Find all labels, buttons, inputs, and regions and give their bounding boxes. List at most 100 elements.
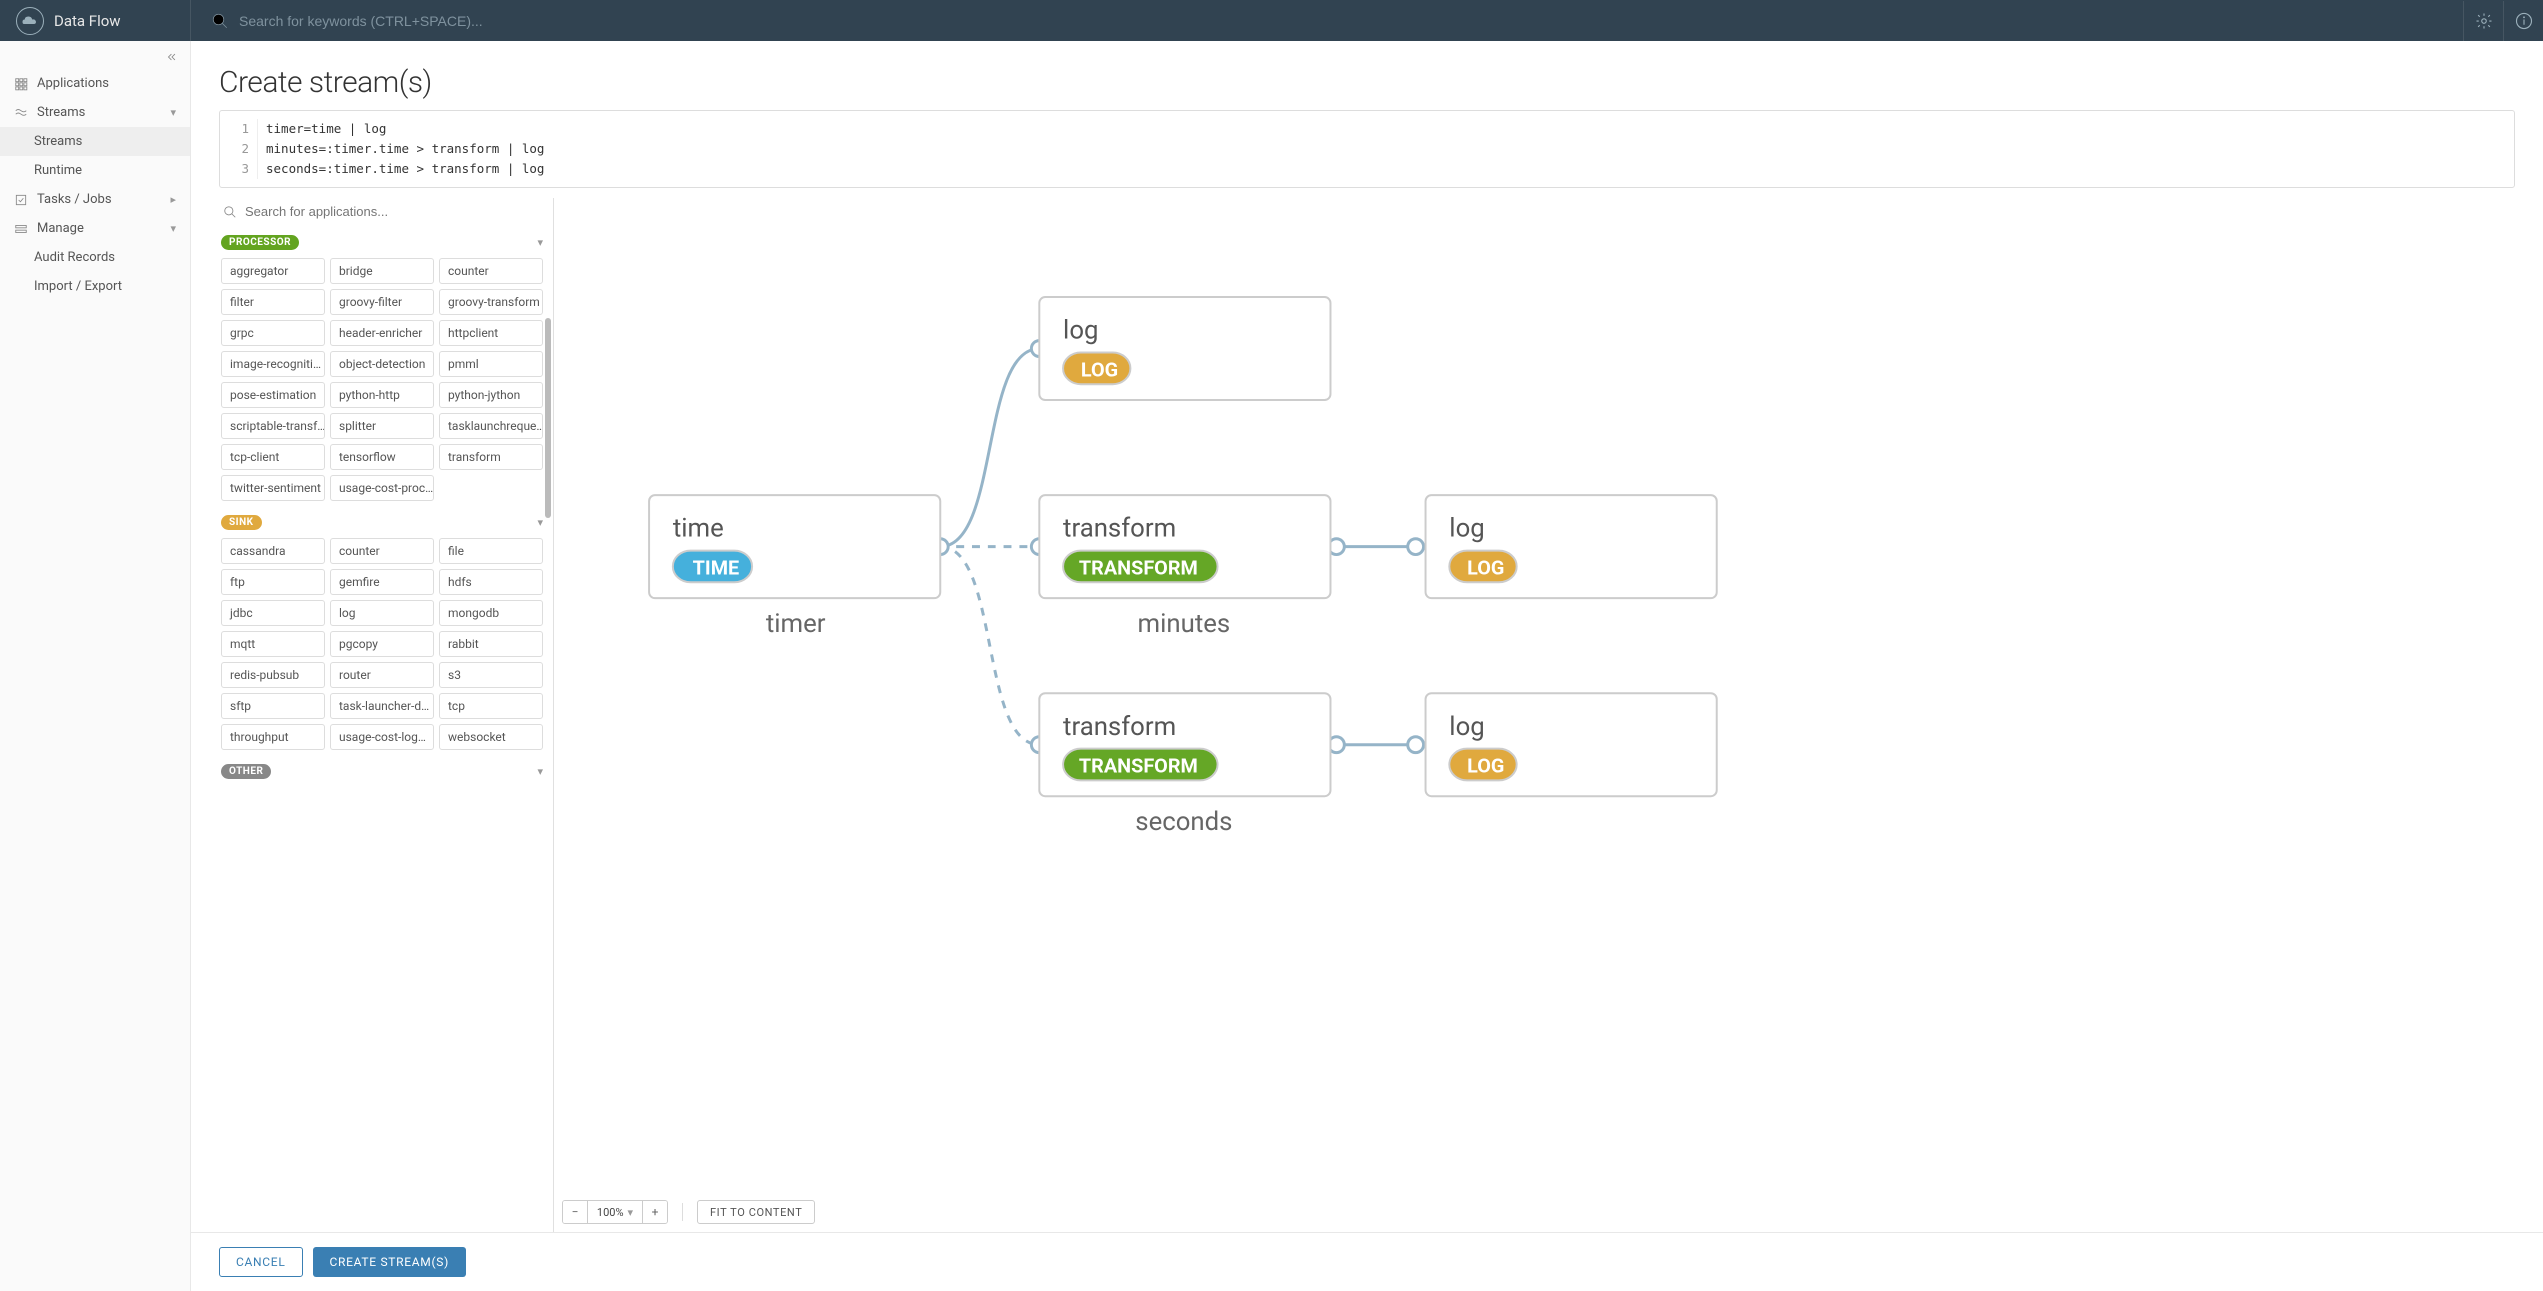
app-chip[interactable]: header-enricher [330, 320, 434, 346]
nav-label: Manage [37, 221, 84, 236]
global-search-input[interactable] [239, 13, 2443, 29]
palette-section-sink[interactable]: SINK▾ [219, 511, 545, 534]
app-chip[interactable]: s3 [439, 662, 543, 688]
group-label-timer: timer [766, 609, 826, 639]
app-chip[interactable]: usage-cost-log… [330, 724, 434, 750]
app-chip[interactable]: hdfs [439, 569, 543, 595]
app-chip[interactable]: groovy-transform [439, 289, 543, 315]
stream-dsl-editor[interactable]: 123 timer=time | log minutes=:timer.time… [219, 110, 2515, 188]
app-chip[interactable]: pmml [439, 351, 543, 377]
fit-to-content-button[interactable]: FIT TO CONTENT [697, 1200, 815, 1224]
node-transform-seconds[interactable]: transformTRANSFORM [1039, 693, 1330, 796]
nav-label: Streams [37, 105, 85, 120]
svg-text:LOG: LOG [1081, 358, 1118, 381]
svg-text:transform: transform [1063, 514, 1176, 544]
node-transform-minutes[interactable]: transform TRANSFORM [1039, 495, 1330, 598]
node-log-minutes[interactable]: logLOG [1426, 495, 1717, 598]
sidebar-item-streams[interactable]: Streams [0, 127, 190, 156]
brand[interactable]: Data Flow [0, 0, 191, 41]
app-chip[interactable]: grpc [221, 320, 325, 346]
app-chip[interactable]: counter [439, 258, 543, 284]
chevron-down-icon: ▾ [628, 1206, 634, 1219]
sidebar-item-import-export[interactable]: Import / Export [0, 272, 190, 301]
app-chip[interactable]: counter [330, 538, 434, 564]
cancel-button[interactable]: CANCEL [219, 1247, 303, 1277]
app-chip[interactable]: ftp [221, 569, 325, 595]
app-chip[interactable]: bridge [330, 258, 434, 284]
svg-text:time: time [673, 514, 724, 544]
app-chip[interactable]: object-detection [330, 351, 434, 377]
app-chip[interactable]: file [439, 538, 543, 564]
app-chip[interactable]: tensorflow [330, 444, 434, 470]
scrollbar[interactable] [545, 318, 551, 518]
app-chip[interactable]: httpclient [439, 320, 543, 346]
app-chip[interactable]: task-launcher-d… [330, 693, 434, 719]
flow-canvas[interactable]: time TIME timer log LOG transform TRANSFORM… [554, 198, 2515, 1232]
app-chip[interactable]: splitter [330, 413, 434, 439]
app-chip[interactable]: twitter-sentiment [221, 475, 325, 501]
node-time[interactable]: time TIME [649, 495, 940, 598]
app-chip[interactable]: pose-estimation [221, 382, 325, 408]
zoom-level[interactable]: 100%▾ [587, 1201, 643, 1223]
app-chip[interactable]: python-jython [439, 382, 543, 408]
app-chip[interactable]: mqtt [221, 631, 325, 657]
chevron-double-left-icon [165, 50, 179, 64]
app-chip[interactable]: websocket [439, 724, 543, 750]
palette-search[interactable] [219, 198, 545, 225]
app-chip[interactable]: log [330, 600, 434, 626]
app-chip[interactable]: jdbc [221, 600, 325, 626]
group-label-minutes: minutes [1138, 609, 1231, 639]
app-chip[interactable]: filter [221, 289, 325, 315]
app-chip[interactable]: redis-pubsub [221, 662, 325, 688]
global-search[interactable] [191, 12, 2463, 30]
app-chip[interactable]: pgcopy [330, 631, 434, 657]
zoom-in-button[interactable]: + [643, 1201, 667, 1223]
sidebar-item-applications[interactable]: Applications [0, 69, 190, 98]
zoom-out-button[interactable]: − [563, 1201, 587, 1223]
palette-section-processor[interactable]: PROCESSOR▾ [219, 231, 545, 254]
app-chip[interactable]: cassandra [221, 538, 325, 564]
app-chip[interactable]: image-recogniti… [221, 351, 325, 377]
info-button[interactable] [2503, 1, 2543, 41]
sidebar-item-streams[interactable]: Streams ▾ [0, 98, 190, 127]
settings-button[interactable] [2463, 1, 2503, 41]
app-chip[interactable]: tasklaunchreque… [439, 413, 543, 439]
collapse-sidebar-button[interactable] [160, 45, 184, 69]
sidebar-item-tasks-jobs[interactable]: Tasks / Jobs▸ [0, 185, 190, 214]
app-chip[interactable]: tcp-client [221, 444, 325, 470]
sidebar-item-manage[interactable]: Manage ▾ [0, 214, 190, 243]
canvas-toolbar: − 100%▾ + FIT TO CONTENT [562, 1200, 815, 1224]
svg-text:TIME: TIME [693, 556, 740, 579]
sidebar-item-runtime[interactable]: Runtime [0, 156, 190, 185]
app-chip[interactable]: transform [439, 444, 543, 470]
app-chip[interactable]: gemfire [330, 569, 434, 595]
divider [682, 1203, 683, 1221]
nav-label: Streams [34, 134, 82, 149]
chevron-down-icon: ▾ [537, 765, 543, 778]
create-streams-button[interactable]: CREATE STREAM(S) [313, 1247, 466, 1277]
brand-logo-icon [16, 7, 44, 35]
app-chip[interactable]: scriptable-transf… [221, 413, 325, 439]
sidebar-item-audit-records[interactable]: Audit Records [0, 243, 190, 272]
app-chip[interactable]: sftp [221, 693, 325, 719]
chevron-down-icon: ▾ [170, 222, 176, 235]
node-log-top[interactable]: log LOG [1039, 297, 1330, 400]
app-chip[interactable]: groovy-filter [330, 289, 434, 315]
palette-section-other[interactable]: OTHER▾ [219, 760, 545, 783]
app-chip[interactable]: router [330, 662, 434, 688]
footer: CANCEL CREATE STREAM(S) [191, 1232, 2543, 1291]
palette-search-input[interactable] [245, 204, 541, 219]
app-chip[interactable]: mongodb [439, 600, 543, 626]
chevron-down-icon: ▾ [537, 236, 543, 249]
chevron-down-icon: ▾ [170, 106, 176, 119]
sidebar: Applications Streams ▾ Streams RuntimeTasks … [0, 41, 191, 1291]
app-chip[interactable]: python-http [330, 382, 434, 408]
app-chip[interactable]: aggregator [221, 258, 325, 284]
node-log-seconds[interactable]: logLOG [1426, 693, 1717, 796]
app-chip[interactable]: tcp [439, 693, 543, 719]
app-chip[interactable]: usage-cost-proc… [330, 475, 434, 501]
svg-text:log: log [1063, 316, 1098, 346]
app-chip[interactable]: throughput [221, 724, 325, 750]
app-chip[interactable]: rabbit [439, 631, 543, 657]
svg-text:TRANSFORM: TRANSFORM [1079, 556, 1198, 579]
